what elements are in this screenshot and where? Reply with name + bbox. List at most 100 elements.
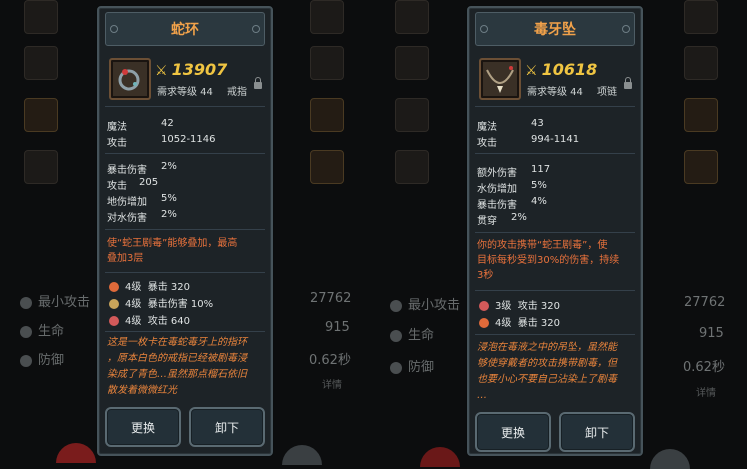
special-effect-text: 你的攻击携带“蛇王剧毒”，使 目标每秒受到30%的伤害，持续 3秒 (477, 240, 620, 281)
divider (475, 290, 635, 291)
stat-row: 地伤增加 5% (107, 193, 177, 208)
item-slot-type: 项链 (597, 87, 617, 98)
skill-orb-icon[interactable] (420, 447, 460, 467)
gem-row: 3级 攻击 320 (479, 297, 560, 312)
stat-row: 魔法 43 (477, 118, 544, 133)
gem-icon (109, 299, 119, 309)
required-level: 需求等级 44 (157, 87, 213, 98)
equip-slot-boots[interactable] (310, 46, 344, 80)
title-ornament-icon (480, 25, 488, 33)
bg-value-hp-2: 915 (699, 326, 724, 341)
title-ornament-icon (622, 25, 630, 33)
power-score: ⚔ 13907 (155, 60, 228, 79)
special-effect-text: 使“蛇王剧毒”能够叠加，最高 叠加3层 (107, 238, 238, 264)
divider (105, 331, 265, 332)
bg-detail-link-2[interactable]: 详情 (696, 384, 716, 399)
stat-row: 对水伤害 2% (107, 209, 177, 224)
skill-orb-icon[interactable] (56, 443, 96, 463)
equip-slot-emblem-2[interactable] (684, 150, 718, 184)
gem-row: 4级 暴击伤害 10% (109, 295, 213, 310)
replace-button[interactable]: 更换 (475, 412, 551, 452)
item-title: 毒牙坠 (475, 12, 635, 46)
ring-item-icon (109, 58, 151, 100)
heart-icon (390, 329, 402, 342)
sword-icon: ⚔ (525, 63, 538, 79)
gem-icon (479, 301, 489, 311)
divider (105, 272, 265, 273)
divider (475, 232, 635, 233)
equip-slot-necklace[interactable] (310, 98, 344, 132)
bg-stat-hp: 生命 (20, 320, 64, 339)
unequip-button[interactable]: 卸下 (189, 407, 265, 447)
required-level: 需求等级 44 (527, 87, 583, 98)
gem-row: 4级 攻击 640 (109, 312, 190, 327)
shield-icon (20, 354, 32, 367)
attack-icon (20, 296, 32, 309)
bg-detail-link[interactable]: 详情 (322, 376, 342, 391)
title-ornament-icon (252, 25, 260, 33)
bg-stat-defense: 防御 (20, 349, 64, 368)
stat-row: 水伤增加 5% (477, 180, 547, 195)
item-tooltip-ring: 蛇环 ⚔ 13907 需求等级 44 戒指 魔法 42 攻击 1052-1146 暴击… (97, 6, 273, 456)
flavor-text: 这是一枚卡在毒蛇毒牙上的指环 ，原本白色的戒指已经被剧毒浸 染成了青色…虽然那点… (107, 337, 247, 396)
item-slot-type: 戒指 (227, 87, 247, 98)
shield-icon (390, 361, 402, 374)
equip-slot-necklace-2[interactable] (684, 98, 718, 132)
attack-icon (390, 299, 402, 312)
skill-orb-icon[interactable] (282, 445, 322, 465)
equip-slot-belt-2[interactable] (395, 150, 429, 184)
equip-slot-armor-2[interactable] (395, 46, 429, 80)
stat-row: 暴击伤害 2% (107, 161, 177, 176)
sword-icon: ⚔ (155, 63, 168, 79)
equip-slot-armor[interactable] (24, 46, 58, 80)
equip-slot-weapon[interactable] (24, 98, 58, 132)
lock-icon[interactable] (254, 77, 262, 89)
bg-value-min-attack-2: 27762 (684, 295, 726, 310)
equip-slot-helmet-2[interactable] (395, 0, 429, 34)
divider (475, 334, 635, 335)
divider (475, 153, 635, 154)
power-score: ⚔ 10618 (525, 60, 598, 79)
stat-row: 额外伤害 117 (477, 164, 551, 179)
item-tooltip-necklace: 毒牙坠 ⚔ 10618 需求等级 44 项链 魔法 43 攻击 994-1141 额外… (467, 6, 643, 456)
divider (105, 153, 265, 154)
equip-slot-emblem[interactable] (310, 150, 344, 184)
bg-value-hp: 915 (325, 320, 350, 335)
skill-orb-icon[interactable] (650, 449, 690, 469)
equip-slot-ring[interactable] (310, 0, 344, 34)
divider (105, 106, 265, 107)
stat-row: 贯穿 2% (477, 212, 527, 227)
heart-icon (20, 325, 32, 338)
equip-slot-boots-2[interactable] (684, 46, 718, 80)
equip-slot-weapon-2[interactable] (395, 98, 429, 132)
bg-stat-defense-2: 防御 (390, 356, 434, 375)
bg-stat-hp-2: 生命 (390, 324, 434, 343)
stat-row: 攻击 1052-1146 (107, 134, 216, 149)
bg-value-defense: 0.62秒 (309, 353, 351, 368)
bg-stat-min-attack: 最小攻击 (20, 291, 90, 310)
stat-row: 暴击伤害 4% (477, 196, 547, 211)
equip-slot-helmet[interactable] (24, 0, 58, 34)
gem-icon (109, 316, 119, 326)
lock-icon[interactable] (624, 77, 632, 89)
bg-value-defense-2: 0.62秒 (683, 360, 725, 375)
stat-row: 魔法 42 (107, 118, 174, 133)
stat-row: 攻击 994-1141 (477, 134, 580, 149)
bg-value-min-attack: 27762 (310, 291, 352, 306)
gem-row: 4级 暴击 320 (479, 314, 560, 329)
gem-icon (479, 318, 489, 328)
necklace-item-icon (479, 58, 521, 100)
title-ornament-icon (110, 25, 118, 33)
unequip-button[interactable]: 卸下 (559, 412, 635, 452)
item-title: 蛇环 (105, 12, 265, 46)
bg-stat-min-attack-2: 最小攻击 (390, 294, 460, 313)
divider (105, 229, 265, 230)
stat-row: 攻击 205 (107, 177, 159, 192)
flavor-text: 浸泡在毒液之中的吊坠，虽然能 够使穿戴者的攻击携带剧毒，但 也要小心不要自己沾染… (477, 342, 617, 401)
equip-slot-belt[interactable] (24, 150, 58, 184)
divider (475, 106, 635, 107)
replace-button[interactable]: 更换 (105, 407, 181, 447)
gem-icon (109, 282, 119, 292)
equip-slot-ring-2[interactable] (684, 0, 718, 34)
gem-row: 4级 暴击 320 (109, 278, 190, 293)
